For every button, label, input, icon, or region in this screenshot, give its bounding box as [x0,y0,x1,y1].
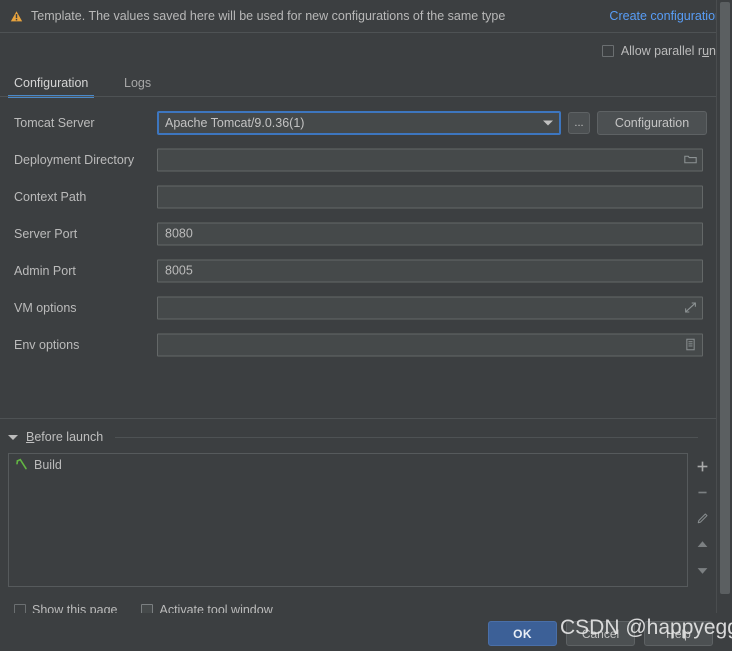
admin-port-label: Admin Port [14,263,76,278]
create-configuration-link[interactable]: Create configuration [609,9,722,23]
collapse-triangle-icon[interactable] [8,434,18,440]
deployment-directory-label: Deployment Directory [14,152,135,167]
tab-configuration[interactable]: Configuration [8,70,95,98]
server-port-value: 8080 [165,226,193,241]
remove-task-button[interactable] [688,479,716,505]
banner-separator [0,32,716,33]
form-row-env-options: Env options [0,326,716,363]
form-row-context-path: Context Path [0,178,716,215]
before-launch-rule [115,436,698,438]
form-row-deployment-directory: Deployment Directory [0,141,716,178]
admin-port-value: 8005 [165,263,193,278]
admin-port-input[interactable]: 8005 [157,259,703,282]
form-row-vm-options: VM options [0,289,716,326]
server-configuration-button[interactable]: Configuration [597,110,707,135]
plus-icon [697,461,707,471]
warning-triangle-icon [10,10,23,21]
template-banner-text: Template. The values saved here will be … [31,9,506,23]
arrow-down-icon [697,567,707,574]
vm-options-input[interactable] [157,296,703,319]
env-options-input[interactable] [157,333,703,356]
dialog-footer: OK Cancel Help [0,613,732,651]
before-launch-task-panel[interactable]: Build [8,453,688,587]
before-launch-title: Before launch [26,430,104,444]
show-this-page-checkbox[interactable] [14,604,26,613]
add-task-button[interactable] [688,453,716,479]
tabs-separator [0,96,716,97]
browse-servers-button[interactable]: ... [568,111,590,134]
form-row-admin-port: Admin Port 8005 [0,252,716,289]
ok-button[interactable]: OK [488,621,557,646]
pencil-icon [697,513,707,523]
list-item[interactable]: Build [9,454,687,475]
activate-tool-window-label: Activate tool window [159,604,273,613]
server-port-label: Server Port [14,226,78,241]
show-this-page-label: Show this page [32,604,118,613]
move-task-up-button[interactable] [688,531,716,557]
env-options-label: Env options [14,337,80,352]
before-launch-header[interactable]: Before launch [8,430,708,444]
form-row-server-port: Server Port 8080 [0,215,716,252]
configuration-form: Tomcat Server Apache Tomcat/9.0.36(1) ..… [0,104,716,363]
bottom-options-row: Show this page Activate tool window [14,604,273,613]
show-this-page-option[interactable]: Show this page [14,604,117,613]
task-label: Build [34,457,62,472]
vm-options-label: VM options [14,300,77,315]
minus-icon [697,491,707,493]
context-path-input[interactable] [157,185,703,208]
tomcat-server-value: Apache Tomcat/9.0.36(1) [165,115,305,130]
tab-logs[interactable]: Logs [118,70,157,96]
vertical-scrollbar[interactable] [716,0,732,613]
tomcat-server-label: Tomcat Server [14,115,95,130]
tab-logs-label: Logs [124,76,152,90]
server-port-input[interactable]: 8080 [157,222,703,245]
deployment-directory-input[interactable] [157,148,703,171]
tab-bar: Configuration Logs [0,70,716,98]
arrow-up-icon [697,540,707,547]
allow-parallel-run-row[interactable]: Allow parallel run [601,44,716,58]
form-row-tomcat-server: Tomcat Server Apache Tomcat/9.0.36(1) ..… [0,104,716,141]
folder-icon[interactable] [684,153,697,166]
move-task-down-button[interactable] [688,557,716,583]
edit-task-button[interactable] [688,505,716,531]
scrollbar-thumb[interactable] [720,2,730,594]
allow-parallel-run-checkbox[interactable] [601,45,614,57]
before-launch-divider [0,418,716,419]
before-launch-task-list: Build [9,454,687,475]
tab-configuration-label: Configuration [14,76,89,90]
hammer-icon [16,458,27,470]
list-icon[interactable] [684,338,697,351]
allow-parallel-run-label: Allow parallel run [620,44,716,58]
before-launch-toolbar [688,453,716,587]
tomcat-server-combo[interactable]: Apache Tomcat/9.0.36(1) [157,110,561,135]
expand-icon[interactable] [684,301,697,314]
cancel-button[interactable]: Cancel [566,621,635,646]
context-path-label: Context Path [14,189,87,204]
help-button[interactable]: Help [644,621,713,646]
chevron-down-icon[interactable] [543,120,553,125]
activate-tool-window-option[interactable]: Activate tool window [141,604,273,613]
activate-tool-window-checkbox[interactable] [141,604,154,613]
